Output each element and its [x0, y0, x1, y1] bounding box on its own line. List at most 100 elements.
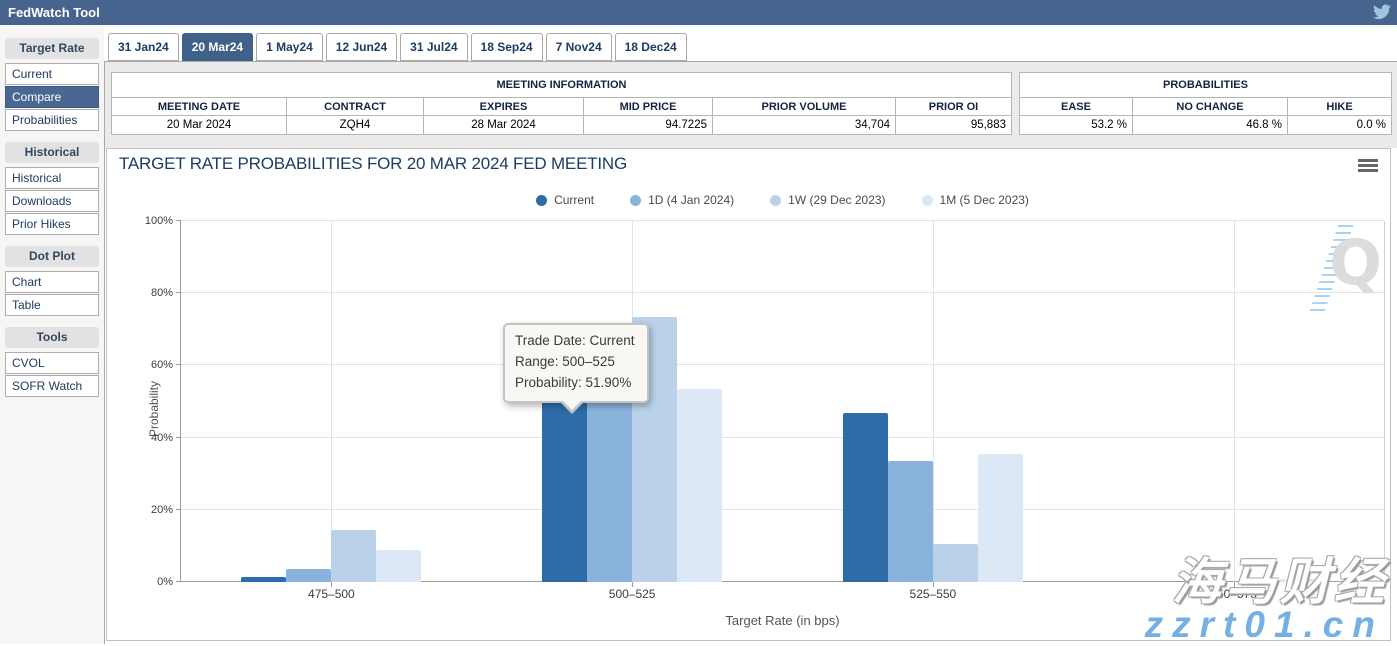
- x-tick-label: 550–575: [1083, 587, 1384, 601]
- tooltip-probability: Probability: 51.90%: [515, 373, 637, 394]
- bar[interactable]: [241, 577, 286, 582]
- col-mid-price: MID PRICE: [584, 98, 713, 116]
- x-tick-label: 500–525: [482, 587, 783, 601]
- sidebar-item-current[interactable]: Current: [5, 63, 99, 85]
- sidebar: Target Rate Current Compare Probabilitie…: [0, 25, 104, 644]
- legend-dot-icon: [922, 195, 933, 206]
- sidebar-group-tools: Tools: [5, 327, 99, 348]
- meeting-date-tabbar: 31 Jan24 20 Mar24 1 May24 12 Jun24 31 Ju…: [108, 33, 687, 61]
- meeting-information-table: MEETING INFORMATION MEETING DATE CONTRAC…: [111, 72, 1012, 135]
- legend-label: 1M (5 Dec 2023): [940, 193, 1029, 207]
- col-contract: CONTRACT: [287, 98, 424, 116]
- tab-18-dec24[interactable]: 18 Dec24: [615, 33, 687, 61]
- col-expires: EXPIRES: [424, 98, 584, 116]
- legend-dot-icon: [770, 195, 781, 206]
- tab-12-jun24[interactable]: 12 Jun24: [326, 33, 397, 61]
- col-prior-oi: PRIOR OI: [896, 98, 1012, 116]
- bar[interactable]: [888, 461, 933, 582]
- col-hike: HIKE: [1288, 98, 1392, 116]
- x-tick-label: 475–500: [181, 587, 482, 601]
- y-axis-title: Probability: [147, 380, 161, 436]
- prior-volume-value: 34,704: [713, 116, 896, 135]
- sidebar-group-historical: Historical: [5, 142, 99, 163]
- sidebar-item-prior-hikes[interactable]: Prior Hikes: [5, 213, 99, 235]
- prior-oi-value: 95,883: [896, 116, 1012, 135]
- tab-31-jan24[interactable]: 31 Jan24: [108, 33, 179, 61]
- y-tick-label: 100%: [135, 215, 173, 227]
- mid-price-value: 94.7225: [584, 116, 713, 135]
- app-title: FedWatch Tool: [8, 5, 100, 20]
- sidebar-item-chart[interactable]: Chart: [5, 271, 99, 293]
- bar-group: [1083, 221, 1384, 582]
- ease-value: 53.2 %: [1020, 116, 1133, 135]
- sidebar-item-cvol[interactable]: CVOL: [5, 352, 99, 374]
- hike-value: 0.0 %: [1288, 116, 1392, 135]
- y-tick-label: 0%: [135, 576, 173, 588]
- sidebar-item-sofr-watch[interactable]: SOFR Watch: [5, 375, 99, 397]
- legend-item[interactable]: 1D (4 Jan 2024): [630, 193, 734, 207]
- category-slot: 525–550: [783, 221, 1084, 582]
- expires-value: 28 Mar 2024: [424, 116, 584, 135]
- meeting-info-caption: MEETING INFORMATION: [112, 73, 1012, 98]
- legend-item[interactable]: Current: [536, 193, 594, 207]
- probabilities-caption: PROBABILITIES: [1020, 73, 1392, 98]
- chart-legend: Current 1D (4 Jan 2024) 1W (29 Dec 2023) 1M…: [180, 193, 1385, 207]
- bar[interactable]: [542, 395, 587, 582]
- y-tick-label: 80%: [135, 287, 173, 299]
- summary-tables-strip: MEETING INFORMATION MEETING DATE CONTRAC…: [105, 62, 1397, 148]
- probabilities-table: PROBABILITIES EASE NO CHANGE HIKE 53.2 %…: [1019, 72, 1392, 135]
- sidebar-item-probabilities[interactable]: Probabilities: [5, 109, 99, 131]
- col-no-change: NO CHANGE: [1133, 98, 1288, 116]
- legend-label: Current: [554, 193, 594, 207]
- legend-dot-icon: [630, 195, 641, 206]
- legend-item[interactable]: 1W (29 Dec 2023): [770, 193, 885, 207]
- tooltip-range: Range: 500–525: [515, 352, 637, 373]
- category-slot: 475–500: [181, 221, 482, 582]
- tab-31-jul24[interactable]: 31 Jul24: [400, 33, 467, 61]
- sidebar-item-historical[interactable]: Historical: [5, 167, 99, 189]
- sidebar-item-compare[interactable]: Compare: [5, 86, 99, 108]
- chart-container: TARGET RATE PROBABILITIES FOR 20 MAR 202…: [106, 148, 1391, 641]
- bar[interactable]: [286, 569, 331, 582]
- x-axis-title: Target Rate (in bps): [181, 613, 1384, 628]
- twitter-bird-icon[interactable]: [1373, 4, 1391, 20]
- sidebar-item-table[interactable]: Table: [5, 294, 99, 316]
- contract-value: ZQH4: [287, 116, 424, 135]
- bar[interactable]: [331, 530, 376, 582]
- tab-1-may24[interactable]: 1 May24: [256, 33, 323, 61]
- bar-group: [783, 221, 1084, 582]
- sidebar-group-target-rate: Target Rate: [5, 38, 99, 59]
- col-prior-volume: PRIOR VOLUME: [713, 98, 896, 116]
- category-slot: 550–575: [1083, 221, 1384, 582]
- tab-7-nov24[interactable]: 7 Nov24: [546, 33, 612, 61]
- y-tick-label: 20%: [135, 504, 173, 516]
- col-meeting-date: MEETING DATE: [112, 98, 287, 116]
- col-ease: EASE: [1020, 98, 1133, 116]
- meeting-date-value: 20 Mar 2024: [112, 116, 287, 135]
- bar[interactable]: [677, 389, 722, 582]
- tab-content-panel: MEETING INFORMATION MEETING DATE CONTRAC…: [104, 61, 1397, 644]
- legend-label: 1W (29 Dec 2023): [788, 193, 885, 207]
- no-change-value: 46.8 %: [1133, 116, 1288, 135]
- app-header: FedWatch Tool: [0, 0, 1397, 25]
- bar[interactable]: [843, 413, 888, 582]
- y-tick-label: 40%: [135, 432, 173, 444]
- x-tick-label: 525–550: [783, 587, 1084, 601]
- sidebar-item-downloads[interactable]: Downloads: [5, 190, 99, 212]
- bar[interactable]: [978, 454, 1023, 582]
- bar[interactable]: [376, 550, 421, 582]
- plot-area: Probability Target Rate (in bps) Trade D…: [180, 221, 1385, 582]
- tab-18-sep24[interactable]: 18 Sep24: [471, 33, 543, 61]
- legend-dot-icon: [536, 195, 547, 206]
- y-tick-label: 60%: [135, 359, 173, 371]
- bar-group: [181, 221, 482, 582]
- chart-title: TARGET RATE PROBABILITIES FOR 20 MAR 202…: [119, 154, 627, 174]
- tab-20-mar24[interactable]: 20 Mar24: [182, 33, 253, 61]
- sidebar-group-dot-plot: Dot Plot: [5, 246, 99, 267]
- chart-tooltip: Trade Date: Current Range: 500–525 Proba…: [503, 323, 649, 403]
- hamburger-menu-icon[interactable]: [1358, 159, 1378, 174]
- bar[interactable]: [1279, 579, 1324, 582]
- legend-item[interactable]: 1M (5 Dec 2023): [922, 193, 1029, 207]
- bar[interactable]: [933, 544, 978, 582]
- legend-label: 1D (4 Jan 2024): [648, 193, 734, 207]
